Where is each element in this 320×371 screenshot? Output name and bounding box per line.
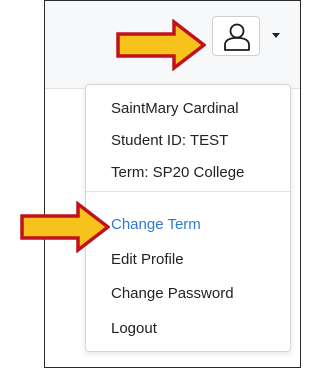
change-term-link[interactable]: Change Term (111, 216, 201, 233)
student-id: Student ID: TEST (111, 132, 229, 149)
user-dropdown-menu: SaintMary Cardinal Student ID: TEST Term… (85, 84, 291, 352)
user-name: SaintMary Cardinal (111, 100, 239, 117)
chevron-down-icon[interactable] (272, 33, 280, 38)
current-term: Term: SP20 College (111, 164, 245, 181)
change-password-link[interactable]: Change Password (111, 285, 234, 302)
arrow-right-icon (20, 201, 110, 253)
user-outline-icon (224, 23, 250, 51)
logout-link[interactable]: Logout (111, 320, 157, 337)
arrow-right-icon (116, 19, 206, 71)
edit-profile-link[interactable]: Edit Profile (111, 251, 184, 268)
user-menu-button[interactable] (212, 16, 260, 56)
menu-divider (86, 191, 290, 192)
